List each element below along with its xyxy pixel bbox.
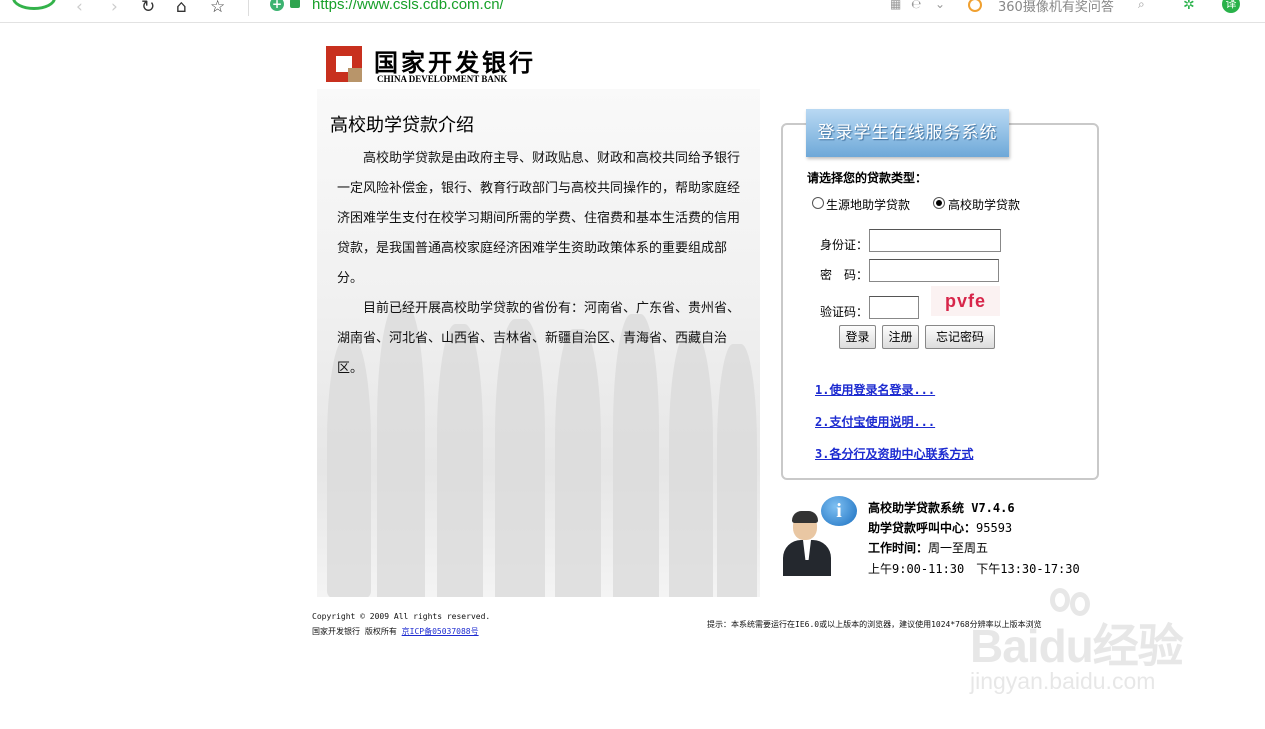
toolbar-divider — [248, 0, 249, 16]
bank-logo-icon — [326, 46, 362, 82]
link-alipay-guide[interactable]: 2.支付宝使用说明... — [815, 413, 935, 430]
grid-icon[interactable]: ▦ — [890, 0, 901, 11]
hotline-label: 助学贷款呼叫中心： — [868, 521, 977, 535]
copyright-text: Copyright © 2009 All rights reserved. — [312, 612, 491, 621]
forgot-password-button[interactable]: 忘记密码 — [925, 325, 995, 349]
home-icon[interactable]: ⌂ — [176, 0, 187, 16]
intro-paragraph-2: 目前已经开展高校助学贷款的省份有：河南省、广东省、贵州省、湖南省、河北省、山西省… — [337, 301, 741, 376]
search-suggestion[interactable]: 360摄像机有奖问答 — [998, 0, 1114, 15]
intro-paragraph-1: 高校助学贷款是由政府主导、财政贴息、财政和高校共同给予银行一定风险补偿金，银行、… — [337, 151, 741, 286]
info-bubble-icon: i — [821, 496, 857, 526]
compat-mode-icon[interactable]: ℮ — [911, 0, 921, 11]
lock-icon[interactable] — [290, 0, 300, 8]
back-icon[interactable]: ‹ — [76, 0, 83, 16]
intro-title: 高校助学贷款介绍 — [330, 115, 474, 136]
captcha-image[interactable]: pvfe — [931, 286, 1000, 316]
chevron-down-icon[interactable]: ⌄ — [935, 0, 945, 11]
link-login-by-username[interactable]: 1.使用登录名登录... — [815, 381, 935, 398]
forward-icon[interactable]: › — [111, 0, 118, 16]
owner-text: 国家开发银行 版权所有 — [312, 627, 402, 636]
customer-service-icon: i — [783, 496, 861, 576]
browser-toolbar: ‹ › ↻ ⌂ ☆ + https://www.csls.cdb.com.cn/… — [0, 0, 1265, 23]
password-label: 密 码： — [820, 268, 869, 282]
search-box[interactable]: 360摄像机有奖问答 — [968, 0, 1156, 15]
id-card-label: 身份证： — [820, 238, 869, 252]
user-avatar[interactable]: 译 — [1222, 0, 1240, 13]
bank-name-cn: 国家开发银行 — [374, 48, 536, 77]
bookmark-star-icon[interactable]: ☆ — [210, 0, 225, 16]
radio-local-loan[interactable] — [812, 197, 824, 209]
hours-label: 工作时间： — [868, 541, 929, 555]
captcha-input[interactable] — [869, 296, 919, 319]
refresh-icon[interactable]: ↻ — [141, 0, 155, 16]
bank-name-en: CHINA DEVELOPMENT BANK — [377, 74, 508, 84]
hotline-number: 95593 — [976, 521, 1013, 535]
login-button[interactable]: 登录 — [839, 325, 876, 349]
radio-university-loan-label[interactable]: 高校助学贷款 — [948, 196, 1020, 213]
bank-logo: 国家开发银行 CHINA DEVELOPMENT BANK — [326, 45, 536, 85]
captcha-label: 验证码： — [820, 305, 869, 319]
address-bar[interactable]: https://www.csls.cdb.com.cn/ — [312, 0, 504, 13]
extension-icon[interactable]: ✲ — [1183, 0, 1195, 13]
radio-university-loan[interactable] — [933, 197, 945, 209]
browser-logo-icon[interactable] — [12, 0, 56, 10]
watermark-brand: Baidu经验 — [970, 620, 1184, 672]
search-engine-icon — [968, 0, 982, 12]
baidu-watermark: Baidu经验 jingyan.baidu.com — [970, 588, 1210, 698]
working-days: 周一至周五 — [928, 541, 989, 555]
security-shield-icon[interactable]: + — [270, 0, 284, 11]
password-input[interactable] — [869, 259, 999, 282]
working-hours: 上午9:00-11:30 下午13:30-17:30 — [868, 562, 1080, 576]
login-panel-header: 登录学生在线服务系统 — [806, 109, 1009, 157]
radio-local-loan-label[interactable]: 生源地助学贷款 — [826, 196, 910, 213]
loan-type-prompt: 请选择您的贷款类型： — [807, 171, 928, 185]
system-version: 高校助学贷款系统 V7.4.6 — [868, 501, 1015, 515]
register-button[interactable]: 注册 — [882, 325, 919, 349]
icp-link[interactable]: 京ICP备05037088号 — [402, 627, 479, 636]
watermark-site: jingyan.baidu.com — [970, 668, 1156, 694]
id-card-input[interactable] — [869, 229, 1001, 252]
search-icon[interactable]: ⌕ — [1138, 0, 1145, 12]
link-branch-contacts[interactable]: 3.各分行及资助中心联系方式 — [815, 445, 973, 462]
